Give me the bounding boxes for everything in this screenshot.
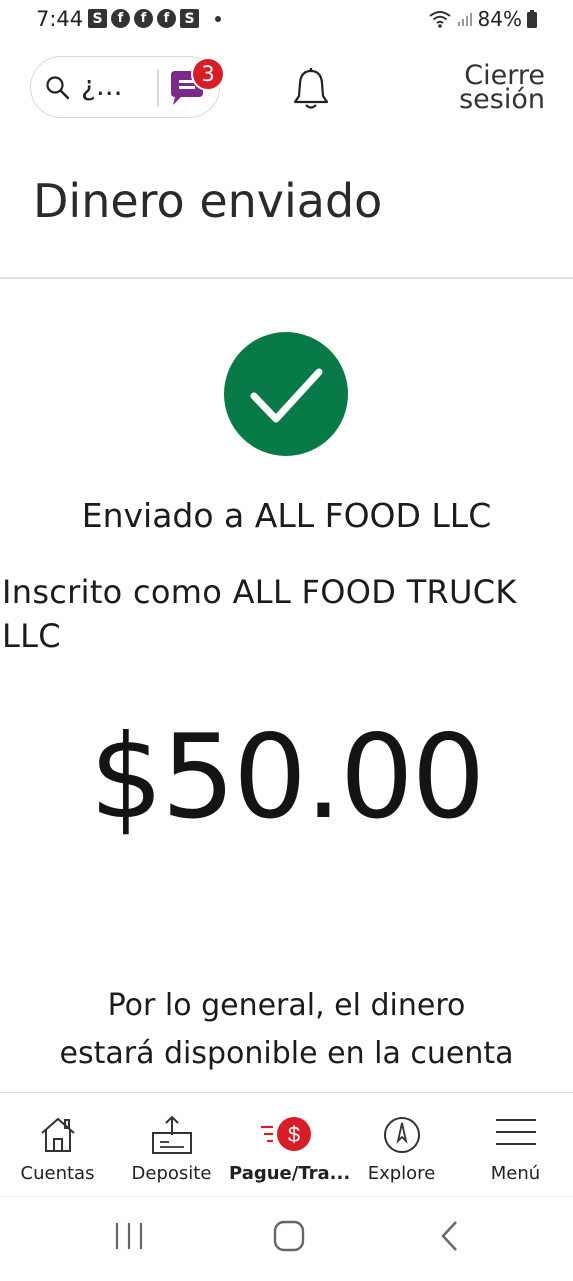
battery-percent: 84% [477,7,522,31]
search-prompt: ¿... [81,69,123,102]
deposit-icon [151,1115,192,1154]
availability-note-line1: Por lo general, el dinero [107,988,466,1023]
page-title: Dinero enviado [33,174,383,228]
hamburger-icon [495,1119,536,1145]
compass-icon [383,1117,420,1153]
search-bar[interactable]: ¿... 3 [30,56,225,118]
nav-pague-transfiera[interactable]: $ Pague/Tra... [229,1093,351,1193]
wifi-icon [428,11,451,28]
signout-label-line2: sesión [459,84,545,115]
status-bar: 7:44 S f f f S 84% [0,0,573,40]
bottom-nav: Cuentas Deposite $ Pague/Tra... Explore [0,1092,573,1194]
search-icon [46,76,70,100]
pay-transfer-icon: $ [260,1117,311,1151]
nav-menu[interactable]: Menú [458,1093,573,1193]
nav-explore[interactable]: Explore [344,1093,459,1193]
battery-icon [527,10,537,28]
notification-count-badge: 3 [191,57,225,91]
nav-label: Deposite [131,1163,212,1184]
app-header: ¿... 3 Cierre sesión [0,44,573,134]
recipient-line: Enviado a ALL FOOD LLC [81,496,492,535]
back-icon[interactable] [436,1219,466,1253]
nav-label: Cuentas [20,1163,95,1184]
s-app-icon: S [180,9,199,28]
facebook-icon: f [111,9,130,28]
amount-sent: $50.00 [89,710,486,845]
recent-apps-icon[interactable] [112,1219,146,1253]
home-icon[interactable] [272,1219,306,1253]
nav-label: Explore [367,1163,436,1184]
nav-label: Menú [490,1163,541,1184]
system-nav-bar [0,1196,573,1281]
availability-note-line2: estará disponible en la cuenta [59,1036,514,1071]
bell-icon[interactable] [293,68,329,110]
success-check-icon [224,332,348,456]
s-app-icon: S [88,9,107,28]
nav-label: Pague/Tra... [229,1163,351,1184]
house-icon [40,1117,75,1152]
svg-text:$: $ [287,1122,299,1147]
header-divider [0,277,573,279]
search-divider [157,69,159,107]
enrolled-as-line: Inscrito como ALL FOOD TRUCK LLC [2,573,517,655]
nav-cuentas[interactable]: Cuentas [0,1093,115,1193]
facebook-icon: f [134,9,153,28]
clock: 7:44 [36,7,84,31]
nav-deposite[interactable]: Deposite [114,1093,229,1193]
system-status: 84% [428,7,537,31]
signal-icon [457,13,472,26]
notification-icons: S f f f S [88,9,221,28]
signout-button[interactable]: Cierre sesión [459,62,545,115]
more-notifications-dot [215,15,221,22]
facebook-icon: f [157,9,176,28]
availability-note: Por lo general, el dinero estará disponi… [0,982,573,1078]
